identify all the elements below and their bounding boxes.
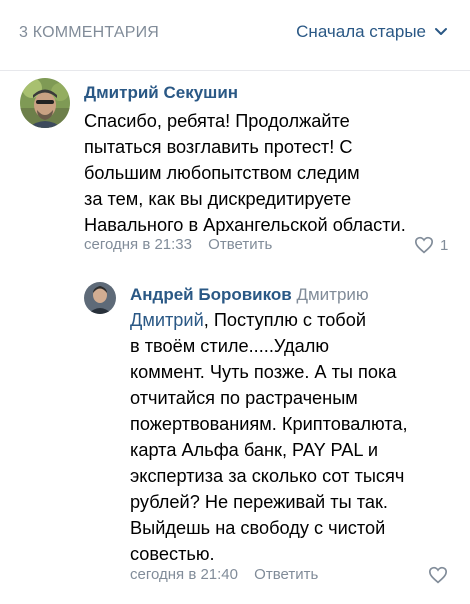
chevron-down-icon [435,28,447,35]
comment-text-line: в твоём стиле.....Удалю [130,336,329,356]
comment-text-line: большим любопытством следим [84,163,360,183]
comment-text-line: Дмитрий, Поступлю с тобой [130,307,408,333]
reply-button[interactable]: Ответить [208,236,272,253]
comments-header: 3 КОММЕНТАРИЯ Сначала старые [0,0,470,71]
comment-text-fragment: , Поступлю с тобой [203,310,366,330]
comment-text: Спасибо, ребята! Продолжайте пытаться во… [84,108,406,238]
comment-text-line: Выйдешь на свободу с чистой [130,518,386,538]
comment-meta: сегодня в 21:40 Ответить [130,566,318,583]
comment-text-line: карта Альфа банк, PAY PAL и [130,440,379,460]
comment-text-line: экспертиза за сколько сот тысяч [130,466,405,486]
avatar[interactable] [84,282,116,314]
reply-button[interactable]: Ответить [254,566,318,583]
author-name[interactable]: Андрей Боровиков [130,285,292,304]
comment-text-line: отчитайся по растраченым [130,388,358,408]
comment-meta: сегодня в 21:33 Ответить [84,236,272,253]
like-button[interactable] [428,566,448,584]
comment-timestamp: сегодня в 21:40 [130,566,238,583]
comments-count: 3 КОММЕНТАРИЯ [19,24,160,41]
comment-text-line: Навального в Архангельской области. [84,215,406,235]
reply-to-label[interactable]: Дмитрию [296,285,368,304]
comment-text-line: совестью. [130,544,215,564]
comment-text-line: Спасибо, ребята! Продолжайте [84,111,350,131]
like-button[interactable]: 1 [414,236,448,254]
comment-text-line: пытаться возглавить протест! С [84,137,353,157]
comment-timestamp: сегодня в 21:33 [84,236,192,253]
heart-icon [414,236,434,254]
comment-text-line: за тем, как вы дискредитируете [84,189,352,209]
comment-text-line: пожертвованиям. Криптовалюта, [130,414,408,434]
comment-author: Андрей Боровиков Дмитрию [130,285,369,305]
comment-reply: Андрей Боровиков Дмитрию Дмитрий, Поступ… [0,270,470,600]
heart-icon [428,566,448,584]
comment-author[interactable]: Дмитрий Секушин [84,83,238,103]
avatar[interactable] [20,78,70,128]
comment-text: Дмитрий, Поступлю с тобой в твоём стиле.… [130,307,408,567]
comment-text-line: коммент. Чуть позже. А ты пока [130,362,397,382]
mention-link[interactable]: Дмитрий [130,310,204,330]
sort-order-dropdown[interactable]: Сначала старые [296,22,448,42]
sort-order-label: Сначала старые [296,22,426,41]
comment-text-line: рублей? Не переживай ты так. [130,492,388,512]
comment: Дмитрий Секушин Спасибо, ребята! Продолж… [0,70,470,270]
like-count: 1 [440,236,449,254]
